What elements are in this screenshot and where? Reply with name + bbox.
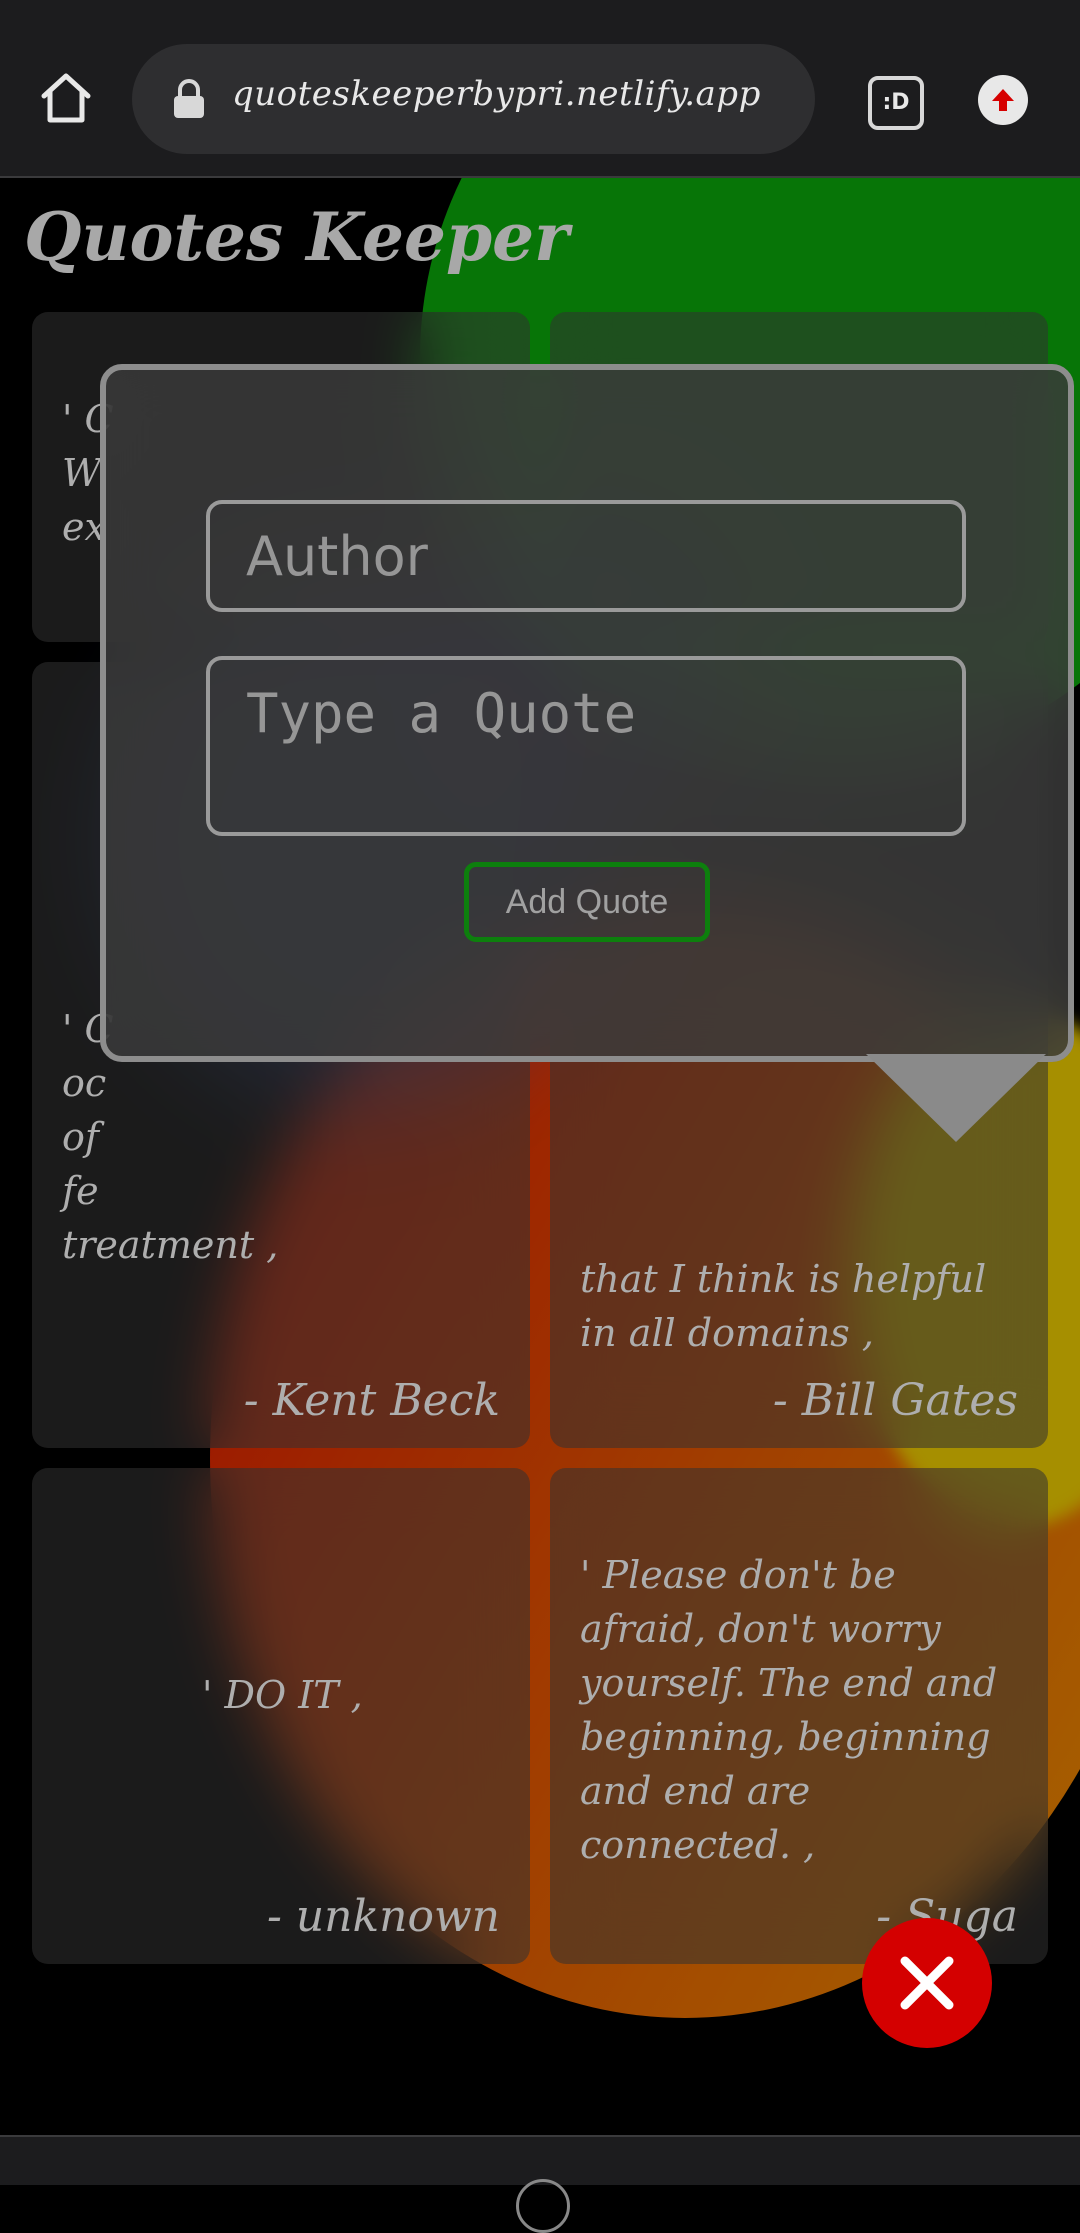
close-icon: [900, 1956, 954, 2010]
home-gesture-handle[interactable]: [516, 2179, 570, 2233]
system-navigation-bar: [0, 2135, 1080, 2233]
quote-author: - Kent Beck: [243, 1375, 500, 1426]
author-input[interactable]: [206, 500, 966, 612]
quote-text: ' Please don't be afraid, don't worry yo…: [580, 1553, 998, 1867]
quote-author: - Bill Gates: [772, 1375, 1018, 1426]
modal-pointer: [866, 1054, 1046, 1142]
page-content: Quotes Keeper ' C W ex ' C oc of fe trea…: [0, 178, 1080, 2133]
close-modal-button[interactable]: [862, 1918, 992, 2048]
quote-text: that I think is helpful in all domains ,: [580, 1257, 987, 1355]
url-text: quoteskeeperbypri.netlify.app: [232, 74, 761, 114]
quote-card: ' DO IT , - unknown: [32, 1468, 530, 1964]
upload-button[interactable]: [978, 75, 1028, 125]
quote-textarea[interactable]: [206, 656, 966, 836]
tabs-button[interactable]: :D: [868, 76, 924, 130]
address-bar[interactable]: quoteskeeperbypri.netlify.app: [132, 44, 815, 154]
home-icon: [41, 73, 91, 123]
add-quote-button[interactable]: Add Quote: [464, 862, 710, 942]
quote-author: - unknown: [266, 1891, 500, 1942]
upload-icon: [992, 89, 1014, 111]
add-quote-modal: Add Quote: [100, 364, 1074, 1062]
home-button[interactable]: [36, 68, 96, 128]
quote-text: ' DO IT ,: [202, 1673, 363, 1717]
browser-toolbar: quoteskeeperbypri.netlify.app :D: [0, 0, 1080, 178]
quote-card: ' Please don't be afraid, don't worry yo…: [550, 1468, 1048, 1964]
lock-icon: [174, 79, 204, 118]
app-title: Quotes Keeper: [24, 198, 569, 276]
